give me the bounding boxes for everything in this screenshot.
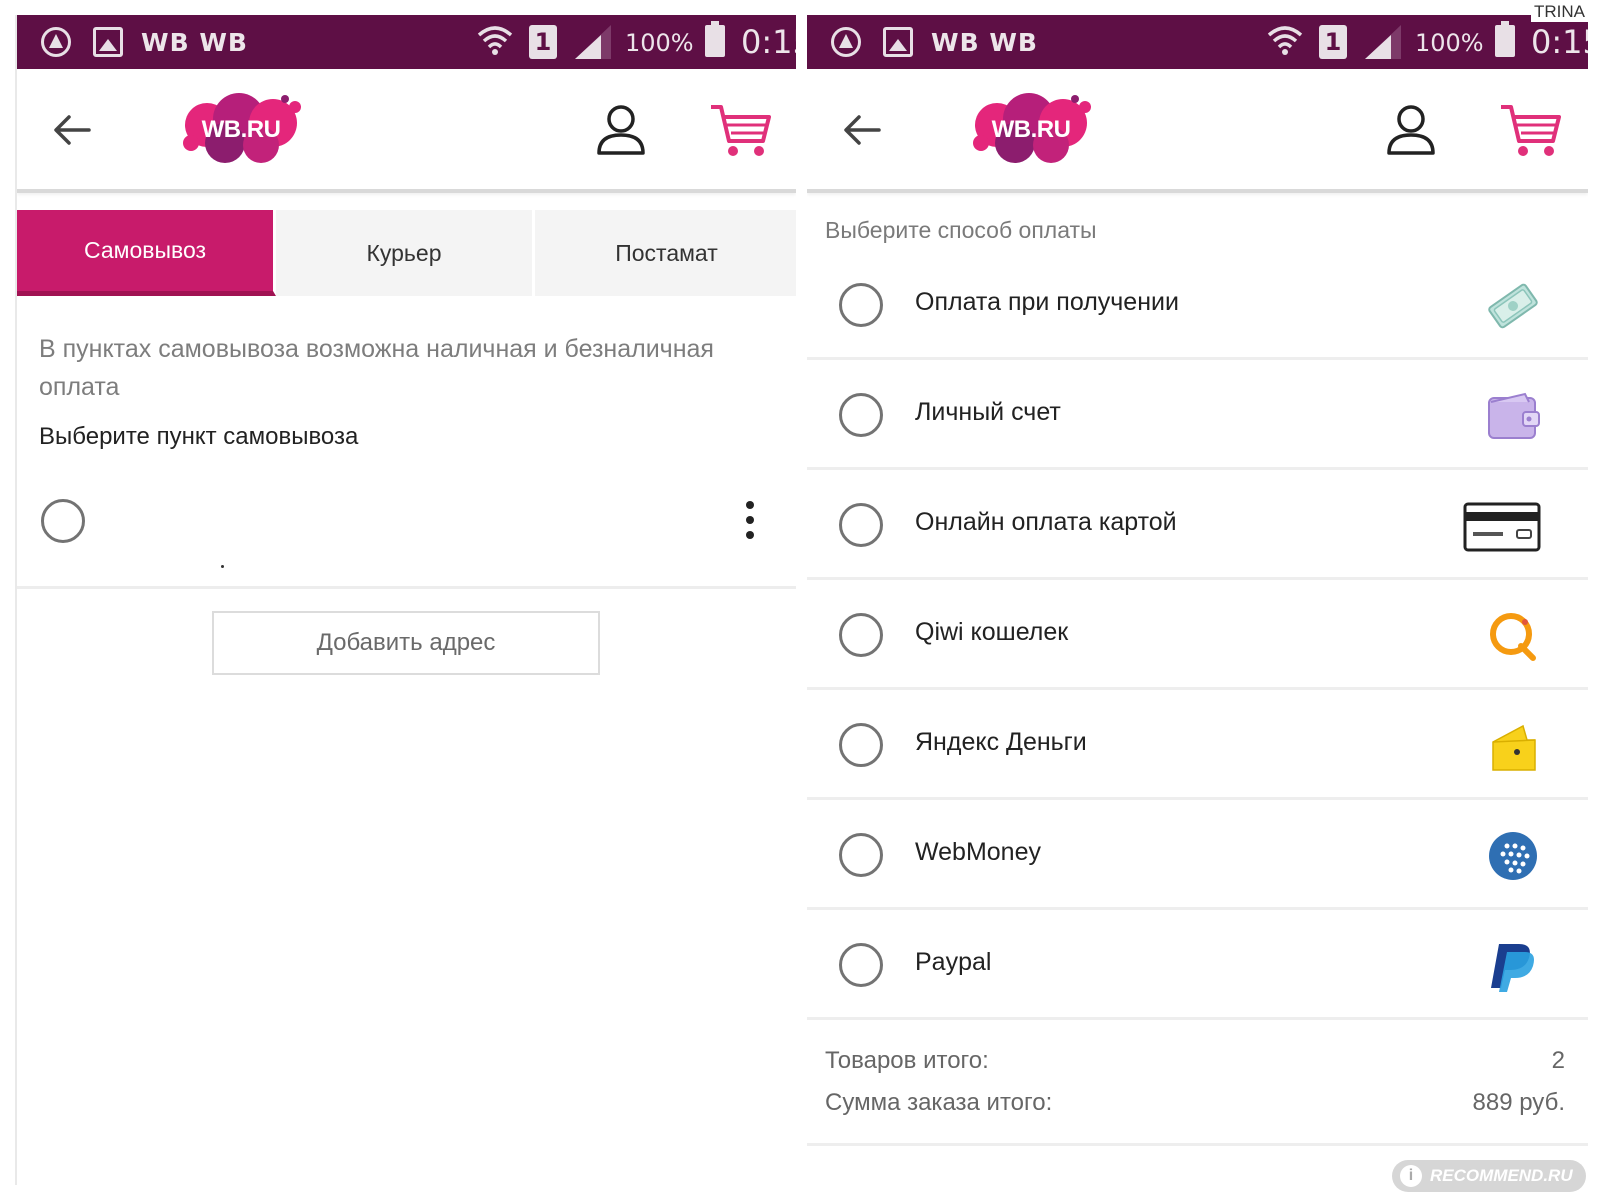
gallery-icon [93, 27, 123, 57]
items-total-row: Товаров итого: 2 [825, 1047, 1565, 1075]
payment-option-label: WebMoney [915, 838, 1041, 866]
wallet-icon [1488, 392, 1540, 439]
payment-option-label: Qiwi кошелек [915, 618, 1069, 646]
yandex-money-icon [1492, 724, 1536, 771]
payment-radio[interactable] [839, 613, 883, 657]
logo-text: WB.RU [201, 116, 281, 143]
divider [17, 586, 796, 589]
payment-radio[interactable] [839, 723, 883, 767]
clock: 0:15 [1531, 23, 1588, 61]
status-notifications: WB WB [141, 28, 248, 57]
sim-icon: 1 [1319, 25, 1347, 59]
payment-radio[interactable] [839, 503, 883, 547]
payment-option-label: Paypal [915, 948, 992, 976]
wifi-icon [1267, 26, 1303, 55]
wb-logo[interactable]: WB.RU [967, 93, 1095, 169]
order-total-row: Сумма заказа итого: 889 руб. [825, 1089, 1565, 1117]
back-arrow-icon[interactable] [51, 109, 93, 151]
payment-option-label: Оплата при получении [915, 288, 1179, 316]
sim-icon: 1 [529, 25, 557, 59]
more-options-icon[interactable] [742, 501, 758, 539]
watermark-recommend: RECOMMEND.RU [1392, 1160, 1586, 1192]
cart-icon[interactable] [709, 101, 771, 159]
cart-icon[interactable] [1499, 101, 1561, 159]
choose-point-label: Выберите пункт самовывоза [39, 423, 359, 450]
payment-radio[interactable] [839, 393, 883, 437]
battery-icon [1495, 21, 1515, 57]
payment-option-label: Личный счет [915, 398, 1061, 426]
items-total-value: 2 [1551, 1047, 1565, 1074]
app-bar: WB.RU [17, 69, 796, 193]
payment-option-yandex-money[interactable]: Яндекс Деньги [807, 690, 1588, 800]
payment-option-label: Онлайн оплата картой [915, 508, 1177, 536]
alarm-icon [41, 27, 71, 57]
battery-level: 100% [625, 29, 694, 57]
tab-pickup[interactable]: Самовывоз [17, 210, 276, 296]
logo-text: WB.RU [991, 116, 1071, 143]
payment-option-cash[interactable]: Оплата при получении [807, 250, 1588, 360]
tab-courier[interactable]: Курьер [276, 210, 535, 296]
battery-icon [705, 21, 725, 57]
add-address-button[interactable]: Добавить адрес [212, 611, 600, 675]
payment-option-label: Яндекс Деньги [915, 728, 1087, 756]
paypal-icon [1491, 944, 1534, 992]
payment-radio[interactable] [839, 833, 883, 877]
back-arrow-icon[interactable] [841, 109, 883, 151]
payment-screen: WB WB 1 100% 0:15 [807, 15, 1588, 1185]
tab-parcel-locker[interactable]: Постамат [535, 210, 796, 296]
alarm-icon [831, 27, 861, 57]
payment-heading: Выберите способ оплаты [825, 217, 1097, 243]
payment-methods-list: Оплата при получении Личный счет Онлайн [807, 250, 1588, 1020]
order-total-label: Сумма заказа итого: [825, 1089, 1053, 1116]
payment-radio[interactable] [839, 283, 883, 327]
divider [807, 1143, 1588, 1146]
gallery-icon [883, 27, 913, 57]
payment-option-card[interactable]: Онлайн оплата картой [807, 470, 1588, 580]
watermark-top: TRINA [1531, 2, 1588, 22]
items-total-label: Товаров итого: [825, 1047, 989, 1074]
payment-option-qiwi[interactable]: Qiwi кошелек [807, 580, 1588, 690]
profile-icon[interactable] [1385, 103, 1437, 157]
delivery-screen: WB WB 1 100% 0:15 [15, 15, 796, 1185]
wifi-icon [477, 26, 513, 55]
payment-option-webmoney[interactable]: WebMoney [807, 800, 1588, 910]
wb-logo[interactable]: WB.RU [177, 93, 305, 169]
payment-radio[interactable] [839, 943, 883, 987]
credit-card-icon [1463, 502, 1541, 552]
battery-level: 100% [1415, 29, 1484, 57]
pickup-point-placeholder [221, 565, 224, 568]
delivery-tabs: Самовывоз Курьер Постамат [17, 210, 796, 296]
payment-option-personal-account[interactable]: Личный счет [807, 360, 1588, 470]
profile-icon[interactable] [595, 103, 647, 157]
status-notifications: WB WB [931, 28, 1038, 57]
clock: 0:15 [741, 23, 796, 61]
app-bar: WB.RU [807, 69, 1588, 193]
signal-icon [1365, 25, 1401, 59]
qiwi-icon [1490, 613, 1536, 661]
pickup-point-radio[interactable] [41, 499, 85, 543]
webmoney-icon [1489, 832, 1537, 880]
signal-icon [575, 25, 611, 59]
payment-info-text: В пунктах самовывоза возможна наличная и… [39, 335, 714, 401]
status-bar: WB WB 1 100% 0:15 [807, 15, 1588, 69]
order-total-value: 889 руб. [1472, 1089, 1565, 1116]
status-bar: WB WB 1 100% 0:15 [17, 15, 796, 69]
payment-option-paypal[interactable]: Paypal [807, 910, 1588, 1020]
cash-icon [1488, 283, 1538, 329]
